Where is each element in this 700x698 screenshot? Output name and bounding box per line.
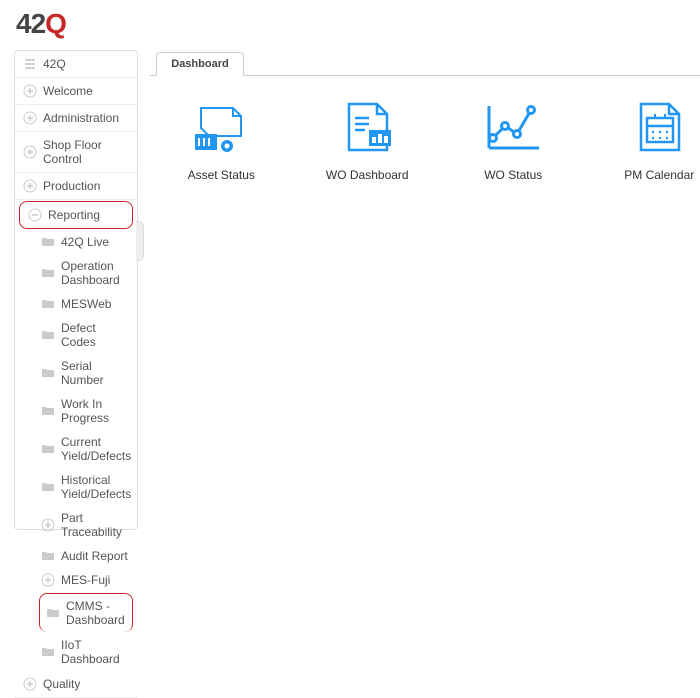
tile-label: WO Dashboard [312, 168, 422, 182]
sidebar-item-label: Work In Progress [61, 397, 131, 425]
sidebar-item-label: Shop Floor Control [43, 138, 129, 166]
sidebar-item-label: Reporting [48, 208, 100, 222]
tab-dashboard[interactable]: Dashboard [156, 52, 243, 76]
plus-icon [23, 84, 37, 98]
app-header: 42Q [0, 0, 700, 50]
folder-icon [41, 297, 55, 311]
tile-label: Asset Status [166, 168, 276, 182]
plus-icon [23, 179, 37, 193]
sidebar-item-label: MESWeb [61, 297, 111, 311]
sidebar-item-label: Defect Codes [61, 321, 131, 349]
plus-icon [41, 518, 55, 532]
list-icon [23, 57, 37, 71]
tab-bar: Dashboard [150, 52, 700, 76]
sidebar-item-label: MES-Fuji [61, 573, 110, 587]
sidebar-item-reporting[interactable]: Reporting [19, 201, 133, 229]
asset-status-icon [189, 100, 253, 156]
folder-icon [41, 328, 55, 342]
sidebar-sub-defect-codes[interactable]: Defect Codes [35, 316, 137, 354]
sidebar-sub-mesweb[interactable]: MESWeb [35, 292, 137, 316]
plus-icon [41, 573, 55, 587]
brand-part-2: Q [45, 8, 66, 39]
tile-asset-status[interactable]: Asset Status [166, 100, 276, 182]
sidebar-item-label: 42Q [43, 57, 66, 71]
pm-calendar-icon [627, 100, 691, 156]
sidebar-item-label: IIoT Dashboard [61, 638, 131, 666]
plus-icon [23, 111, 37, 125]
sidebar-sub-mes-fuji[interactable]: MES-Fuji [35, 568, 137, 592]
sidebar-item-welcome[interactable]: Welcome [15, 78, 137, 105]
dashboard-tiles: Asset Status WO Dash [150, 76, 700, 206]
minus-icon [28, 208, 42, 222]
tile-label: PM Calendar [604, 168, 700, 182]
content-area: Dashboard Asset Status [138, 50, 700, 534]
sidebar-item-label: Quality [43, 677, 80, 691]
sidebar-item-quality[interactable]: Quality [15, 671, 137, 698]
brand-logo: 42Q [16, 8, 684, 40]
sidebar-sub-work-in-progress[interactable]: Work In Progress [35, 392, 137, 430]
sidebar-sub-operation-dashboard[interactable]: Operation Dashboard [35, 254, 137, 292]
sidebar-sub-audit-report[interactable]: Audit Report [35, 544, 137, 568]
tile-pm-calendar[interactable]: PM Calendar [604, 100, 700, 182]
sidebar-reporting-children: 42Q Live Operation Dashboard MESWeb Defe… [15, 230, 137, 671]
sidebar-item-label: CMMS - Dashboard [66, 599, 126, 627]
sidebar-item-label: Serial Number [61, 359, 131, 387]
folder-icon [41, 442, 55, 456]
plus-icon [23, 677, 37, 691]
folder-icon [41, 235, 55, 249]
sidebar-item-label: Historical Yield/Defects [61, 473, 131, 501]
folder-icon [41, 366, 55, 380]
sidebar-sub-iiot-dashboard[interactable]: IIoT Dashboard [35, 633, 137, 671]
tile-wo-status[interactable]: WO Status [458, 100, 568, 182]
sidebar-item-label: 42Q Live [61, 235, 109, 249]
folder-icon [41, 549, 55, 563]
sidebar-sub-current-yield[interactable]: Current Yield/Defects [35, 430, 137, 468]
wo-status-icon [481, 100, 545, 156]
folder-icon [41, 266, 55, 280]
sidebar-sub-part-traceability[interactable]: Part Traceability [35, 506, 137, 544]
sidebar-item-administration[interactable]: Administration [15, 105, 137, 132]
sidebar-item-label: Production [43, 179, 100, 193]
tile-wo-dashboard[interactable]: WO Dashboard [312, 100, 422, 182]
folder-icon [46, 606, 60, 620]
sidebar-sub-42q-live[interactable]: 42Q Live [35, 230, 137, 254]
sidebar-item-label: Current Yield/Defects [61, 435, 131, 463]
wo-dashboard-icon [335, 100, 399, 156]
sidebar-item-label: Audit Report [61, 549, 128, 563]
tile-label: WO Status [458, 168, 568, 182]
sidebar-item-label: Welcome [43, 84, 93, 98]
sidebar-sub-cmms-dashboard[interactable]: CMMS - Dashboard [39, 593, 133, 632]
sidebar: 42Q Welcome Administration Shop Floor Co… [14, 50, 138, 530]
folder-icon [41, 645, 55, 659]
sidebar-item-shop-floor-control[interactable]: Shop Floor Control [15, 132, 137, 173]
sidebar-sub-serial-number[interactable]: Serial Number [35, 354, 137, 392]
sidebar-item-label: Operation Dashboard [61, 259, 131, 287]
sidebar-item-label: Administration [43, 111, 119, 125]
plus-icon [23, 145, 37, 159]
brand-part-1: 42 [16, 8, 45, 39]
sidebar-item-label: Part Traceability [61, 511, 131, 539]
sidebar-sub-historical-yield[interactable]: Historical Yield/Defects [35, 468, 137, 506]
folder-icon [41, 480, 55, 494]
folder-icon [41, 404, 55, 418]
sidebar-item-production[interactable]: Production [15, 173, 137, 200]
sidebar-item-root[interactable]: 42Q [15, 51, 137, 78]
